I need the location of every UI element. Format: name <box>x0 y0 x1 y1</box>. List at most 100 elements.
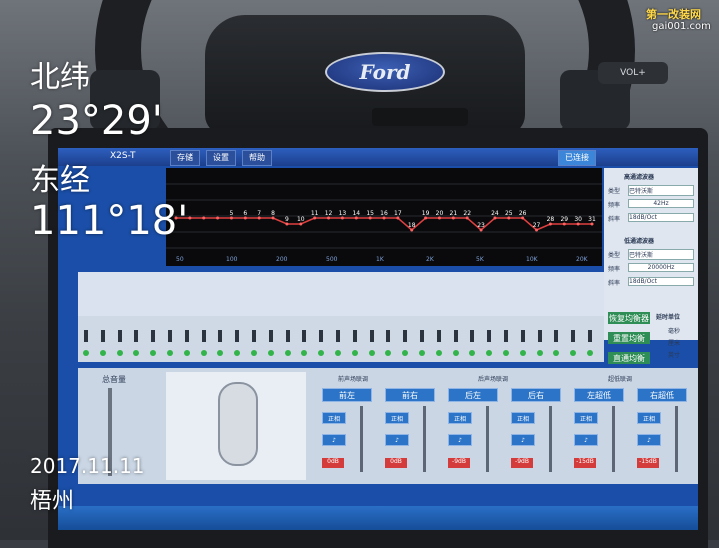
eq-band-label: 24 <box>491 210 499 217</box>
eq-band-label: 23 <box>477 222 485 229</box>
channel-volume-slider[interactable] <box>360 406 363 472</box>
restore-eq-button[interactable]: 恢复均衡器 <box>608 312 650 324</box>
eq-band-slider[interactable] <box>352 330 357 342</box>
mute-button[interactable]: ♪ <box>385 434 409 446</box>
channel-header[interactable]: 前右 <box>385 388 435 402</box>
mute-button[interactable]: ♪ <box>322 434 346 446</box>
lp-type-select[interactable]: 巴特沃斯 <box>628 249 694 260</box>
eq-band-slider[interactable] <box>302 330 307 342</box>
hp-freq-input[interactable]: 42Hz <box>628 199 694 208</box>
phase-button[interactable]: 正相 <box>385 412 409 424</box>
mute-button[interactable]: ♪ <box>448 434 472 446</box>
eq-band-label: 18 <box>408 222 416 229</box>
eq-band-slider[interactable] <box>168 330 172 342</box>
delay-unit-cm[interactable]: 厘米 <box>668 338 680 347</box>
eq-band-slider[interactable] <box>151 330 156 342</box>
eq-band-slider[interactable] <box>470 330 475 342</box>
watermark-url: gai001.com <box>652 21 711 32</box>
phase-button[interactable]: 正相 <box>637 412 661 424</box>
sub-link-checkbox[interactable]: 超低联调 <box>608 374 632 383</box>
eq-band-slider[interactable] <box>117 330 122 342</box>
lp-freq-label: 频率 <box>608 266 621 273</box>
channel-level: 0dB <box>322 458 344 468</box>
phase-button[interactable]: 正相 <box>574 412 598 424</box>
eq-band-slider[interactable] <box>453 330 458 342</box>
eq-band-label: 15 <box>366 210 374 217</box>
eq-band-slider[interactable] <box>285 330 290 342</box>
bypass-eq-button[interactable]: 直通均衡 <box>608 352 650 364</box>
eq-point[interactable] <box>202 216 206 220</box>
hp-slope-label: 斜率 <box>608 216 621 223</box>
eq-point[interactable] <box>188 216 192 220</box>
eq-band-indicator <box>553 350 560 356</box>
eq-band-slider[interactable] <box>134 330 139 342</box>
eq-band-slider[interactable] <box>420 330 424 342</box>
eq-band-slider[interactable] <box>252 330 256 342</box>
eq-band-slider[interactable] <box>386 330 391 342</box>
channel-volume-slider[interactable] <box>549 406 552 472</box>
phase-button[interactable]: 正相 <box>448 412 472 424</box>
hp-slope-select[interactable]: 18dB/Oct <box>628 213 694 222</box>
watermark-title: 第一改装网 <box>646 8 701 21</box>
channel-volume-slider[interactable] <box>675 406 678 472</box>
eq-band-indicator <box>419 350 425 356</box>
eq-band-indicator <box>351 350 358 356</box>
channel-volume-slider[interactable] <box>486 406 489 472</box>
eq-band-slider[interactable] <box>537 330 542 342</box>
channel-volume-slider[interactable] <box>612 406 615 472</box>
channel-control-area: 总音量 前声场联调 后声场联调 超低联调 前左 正相 ♪ 0dB 前右 正相 ♪ 0dB 后左正… <box>78 368 698 484</box>
channel-header[interactable]: 后左 <box>448 388 498 402</box>
eq-band-label: 22 <box>463 210 471 217</box>
channel-header[interactable]: 左超低 <box>574 388 624 402</box>
lp-slope-select[interactable]: 18dB/Oct <box>628 277 694 286</box>
mute-button[interactable]: ♪ <box>574 434 598 446</box>
menu-save[interactable]: 存储 <box>170 150 200 166</box>
eq-point[interactable] <box>216 216 220 220</box>
eq-band-indicator <box>133 350 140 356</box>
front-link-checkbox[interactable]: 前声场联调 <box>338 374 368 383</box>
eq-band-slider[interactable] <box>403 330 408 342</box>
delay-unit-ms[interactable]: 毫秒 <box>668 326 680 335</box>
eq-band-slider[interactable] <box>336 330 340 342</box>
eq-band-slider[interactable] <box>487 330 492 342</box>
eq-band-slider[interactable] <box>218 330 223 342</box>
lp-freq-input[interactable]: 20000Hz <box>628 263 694 272</box>
menu-settings[interactable]: 设置 <box>206 150 236 166</box>
channel-header[interactable]: 前左 <box>322 388 372 402</box>
eq-band-slider[interactable] <box>235 330 240 342</box>
eq-band-indicator <box>536 350 543 356</box>
reset-eq-button[interactable]: 重置均衡 <box>608 332 650 344</box>
eq-band-slider[interactable] <box>571 330 576 342</box>
eq-band-indicator <box>469 350 476 356</box>
eq-band-indicator <box>83 350 89 356</box>
eq-band-slider[interactable] <box>319 330 324 342</box>
eq-band-label: 25 <box>505 210 513 217</box>
eq-band-indicator <box>116 350 123 356</box>
phase-button[interactable]: 正相 <box>511 412 535 424</box>
hp-type-select[interactable]: 巴特沃斯 <box>628 185 694 196</box>
volume-button: VOL+ <box>598 62 668 84</box>
eq-band-slider[interactable] <box>100 330 105 342</box>
mute-button[interactable]: ♪ <box>637 434 661 446</box>
eq-band-indicator <box>200 350 207 356</box>
eq-band-slider[interactable] <box>184 330 189 342</box>
eq-band-slider[interactable] <box>554 330 559 342</box>
eq-band-slider[interactable] <box>201 330 206 342</box>
eq-band-slider[interactable] <box>268 330 273 342</box>
channel-volume-slider[interactable] <box>423 406 426 472</box>
menu-help[interactable]: 帮助 <box>242 150 272 166</box>
channel-header[interactable]: 右超低 <box>637 388 687 402</box>
eq-band-slider[interactable] <box>436 330 441 342</box>
eq-band-slider[interactable] <box>520 330 525 342</box>
eq-band-slider[interactable] <box>84 330 88 342</box>
eq-band-slider[interactable] <box>588 330 592 342</box>
eq-band-slider[interactable] <box>369 330 374 342</box>
phase-button[interactable]: 正相 <box>322 412 346 424</box>
delay-unit-inch[interactable]: 英寸 <box>668 350 680 359</box>
rear-link-checkbox[interactable]: 后声场联调 <box>478 374 508 383</box>
eq-band-slider[interactable] <box>504 330 508 342</box>
channel-header[interactable]: 后右 <box>511 388 561 402</box>
mute-button[interactable]: ♪ <box>511 434 535 446</box>
eq-band-indicator <box>267 350 274 356</box>
eq-band-label: 20 <box>436 210 444 217</box>
